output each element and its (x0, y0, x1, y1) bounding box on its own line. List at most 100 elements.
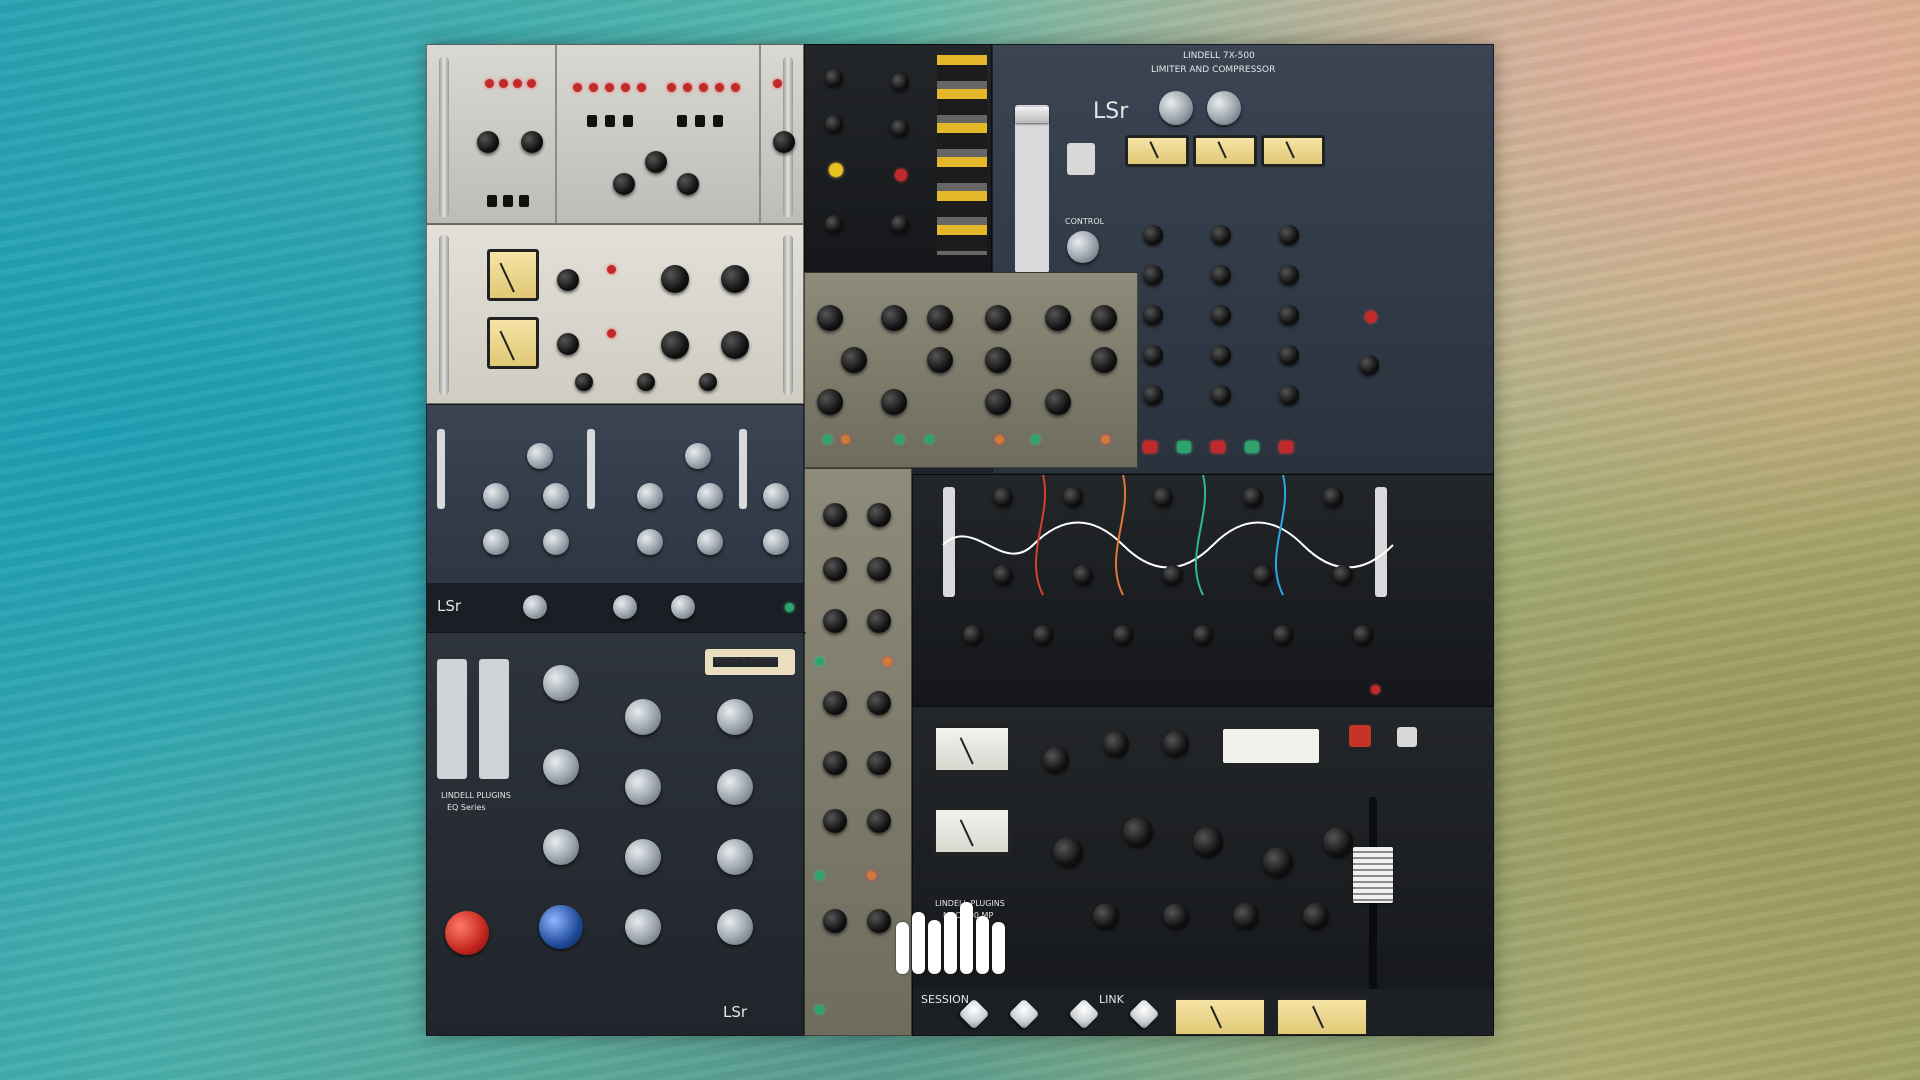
eq-knob[interactable] (637, 483, 663, 509)
ratio-knob[interactable] (1207, 91, 1241, 125)
eq-knob[interactable] (1323, 487, 1343, 507)
olive-knob[interactable] (867, 909, 891, 933)
eq-knob[interactable] (637, 529, 663, 555)
eq-knob[interactable] (685, 443, 711, 469)
compressor-knob[interactable] (717, 909, 753, 945)
switch-button[interactable] (587, 115, 597, 127)
band-knob[interactable] (1211, 225, 1231, 245)
eq-knob[interactable] (993, 565, 1013, 585)
eq-knob[interactable] (1253, 565, 1273, 585)
ratio-knob[interactable] (1159, 91, 1193, 125)
band-knob[interactable] (1211, 265, 1231, 285)
eq-knob[interactable] (539, 905, 583, 949)
eq-knob[interactable] (543, 749, 579, 785)
eq-knob[interactable] (1333, 565, 1353, 585)
eq-knob[interactable] (773, 131, 795, 153)
compressor-knob[interactable] (625, 769, 661, 805)
strip-knob[interactable] (891, 73, 909, 91)
olive-knob[interactable] (867, 809, 891, 833)
compressor-knob[interactable] (717, 769, 753, 805)
olive-knob[interactable] (823, 691, 847, 715)
olive-knob[interactable] (927, 305, 953, 331)
compressor-knob[interactable] (717, 839, 753, 875)
eq-knob[interactable] (483, 483, 509, 509)
olive-knob[interactable] (867, 691, 891, 715)
switch-button[interactable] (503, 195, 513, 207)
eq-knob[interactable] (527, 443, 553, 469)
eq-knob[interactable] (543, 483, 569, 509)
switch-button[interactable] (677, 115, 687, 127)
band-knob[interactable] (1211, 385, 1231, 405)
compressor-knob[interactable] (661, 265, 689, 293)
mixbus-knob[interactable] (1263, 847, 1293, 877)
olive-knob[interactable] (927, 347, 953, 373)
band-knob[interactable] (1279, 225, 1299, 245)
olive-knob[interactable] (881, 305, 907, 331)
olive-knob[interactable] (1091, 305, 1117, 331)
mixbus-knob[interactable] (1053, 837, 1083, 867)
switch-button[interactable] (623, 115, 633, 127)
compressor-knob[interactable] (625, 699, 661, 735)
compressor-knob[interactable] (721, 265, 749, 293)
mixbus-knob[interactable] (1323, 827, 1353, 857)
compressor-knob[interactable] (637, 373, 655, 391)
olive-knob[interactable] (823, 751, 847, 775)
olive-knob[interactable] (823, 503, 847, 527)
eq-knob[interactable] (521, 131, 543, 153)
switch-button[interactable] (695, 115, 705, 127)
mixbus-knob[interactable] (1103, 731, 1129, 757)
switch-button[interactable] (487, 195, 497, 207)
compressor-knob[interactable] (721, 331, 749, 359)
compressor-knob[interactable] (625, 839, 661, 875)
eq-knob[interactable] (993, 487, 1013, 507)
control-knob[interactable] (1067, 231, 1099, 263)
olive-knob[interactable] (867, 751, 891, 775)
eq-knob[interactable] (613, 173, 635, 195)
olive-knob[interactable] (1091, 347, 1117, 373)
eq-knob[interactable] (477, 131, 499, 153)
bypass-button[interactable] (1349, 725, 1371, 747)
band-knob[interactable] (1143, 225, 1163, 245)
olive-knob[interactable] (1045, 305, 1071, 331)
eq-knob[interactable] (1163, 565, 1183, 585)
olive-knob[interactable] (985, 347, 1011, 373)
eq-knob[interactable] (543, 665, 579, 701)
olive-knob[interactable] (985, 305, 1011, 331)
eq-knob[interactable] (1193, 625, 1213, 645)
eq-knob[interactable] (963, 625, 983, 645)
settings-button[interactable] (1397, 727, 1417, 747)
eq-knob[interactable] (677, 173, 699, 195)
olive-knob[interactable] (823, 809, 847, 833)
band-knob[interactable] (1279, 305, 1299, 325)
mixbus-knob[interactable] (1193, 827, 1223, 857)
mixbus-knob[interactable] (1093, 903, 1119, 929)
output-knob[interactable] (671, 595, 695, 619)
olive-knob[interactable] (867, 503, 891, 527)
band-knob[interactable] (1211, 305, 1231, 325)
switch-button[interactable] (605, 115, 615, 127)
eq-knob[interactable] (543, 529, 569, 555)
eq-knob[interactable] (1073, 565, 1093, 585)
gain-fader-handle[interactable] (1015, 107, 1049, 123)
eq-knob[interactable] (1033, 625, 1053, 645)
eq-knob[interactable] (543, 829, 579, 865)
mixbus-knob[interactable] (1303, 903, 1329, 929)
output-knob[interactable] (613, 595, 637, 619)
band-knob[interactable] (1211, 345, 1231, 365)
switch-button[interactable] (519, 195, 529, 207)
output-knob[interactable] (1359, 355, 1379, 375)
olive-knob[interactable] (823, 609, 847, 633)
input-gain-knob[interactable] (445, 911, 489, 955)
eq-knob[interactable] (645, 151, 667, 173)
eq-knob[interactable] (1273, 625, 1293, 645)
eq-knob[interactable] (763, 529, 789, 555)
compressor-knob[interactable] (625, 909, 661, 945)
band-knob[interactable] (1143, 385, 1163, 405)
olive-knob[interactable] (817, 305, 843, 331)
eq-knob[interactable] (1153, 487, 1173, 507)
mixbus-knob[interactable] (1163, 731, 1189, 757)
olive-knob[interactable] (823, 909, 847, 933)
band-knob[interactable] (1279, 265, 1299, 285)
mixbus-knob[interactable] (1043, 747, 1069, 773)
eq-knob[interactable] (697, 483, 723, 509)
